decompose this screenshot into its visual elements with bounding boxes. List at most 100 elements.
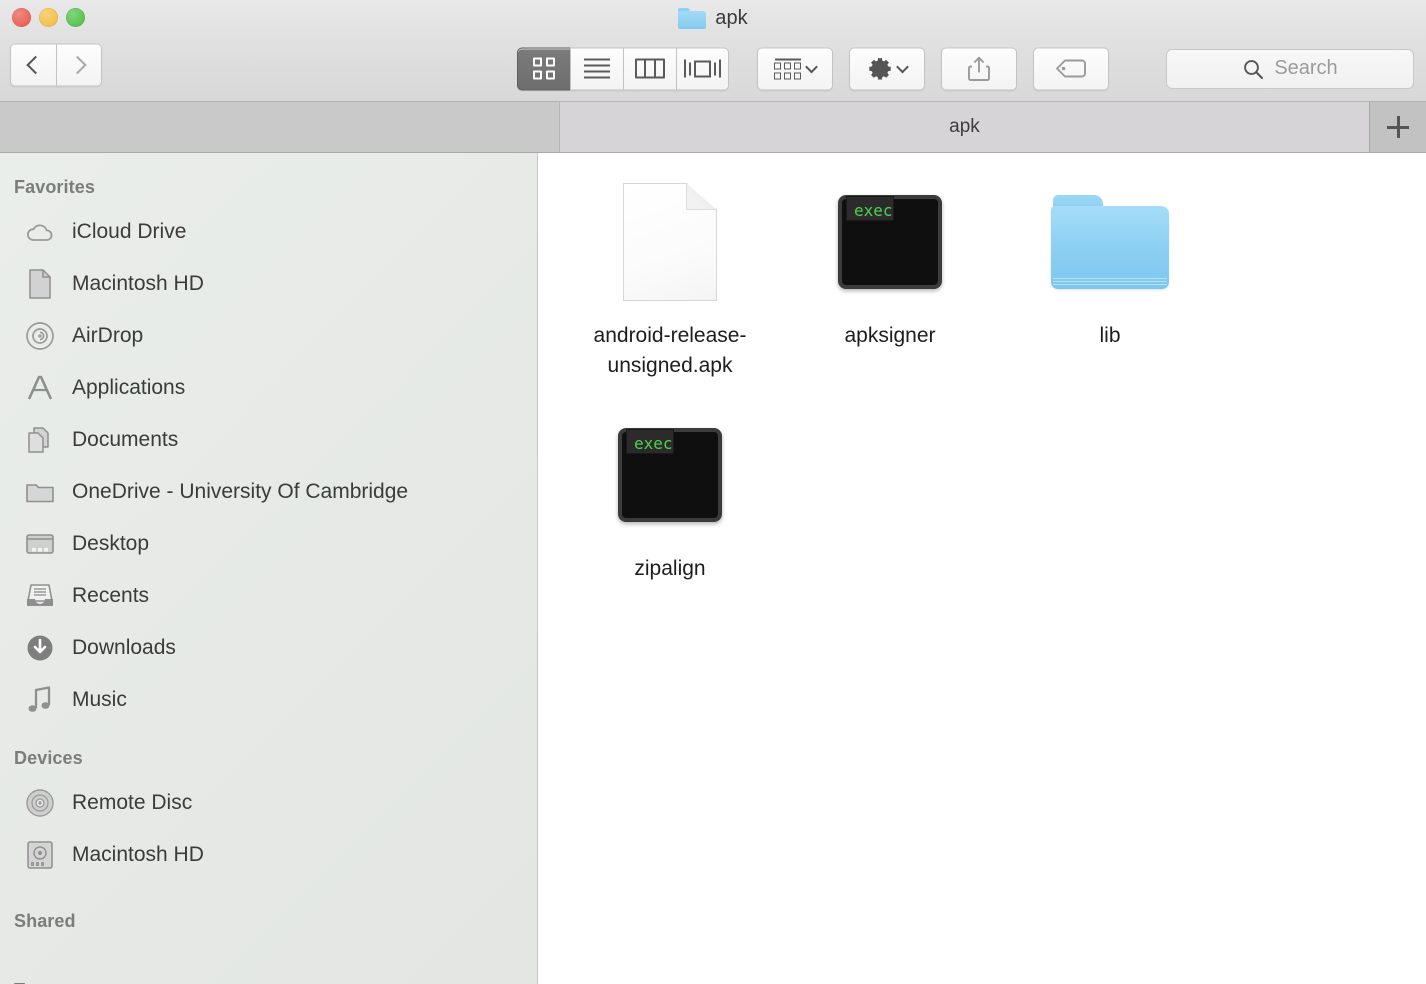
folder-icon [678, 7, 707, 29]
harddisk-icon [24, 839, 56, 871]
sidebar-item-music[interactable]: Music [0, 674, 537, 726]
icloud-icon [24, 216, 56, 248]
coverflow-icon [684, 59, 721, 78]
sidebar-section-shared: Shared [14, 911, 76, 931]
file-icon: exec [618, 410, 722, 540]
tag-button[interactable] [1033, 47, 1109, 90]
sidebar-item-label: Downloads [72, 636, 176, 659]
desktop-icon [24, 528, 56, 560]
share-button[interactable] [941, 47, 1017, 90]
sidebar-item-label: Recents [72, 584, 150, 607]
grid-icon [533, 57, 555, 80]
sidebar-item-label: Desktop [72, 532, 150, 555]
music-icon [24, 684, 56, 716]
sidebar-item-label: Remote Disc [72, 791, 193, 814]
document-icon [24, 268, 56, 300]
sidebar-item-label: Documents [72, 428, 179, 451]
plus-icon [1387, 116, 1409, 138]
toolbar: Search [0, 36, 1426, 102]
tab-bar: apk [0, 102, 1426, 153]
executable-icon: exec [618, 427, 722, 522]
action-menu-button[interactable] [849, 47, 925, 90]
sidebar-item-label: AirDrop [72, 324, 144, 347]
gear-icon [868, 58, 891, 80]
sidebar-item-label: Macintosh HD [72, 272, 204, 295]
sidebar-item-label: OneDrive - University Of Cambridge [72, 480, 409, 503]
icon-grid: android-release-unsigned.apk exec apksig… [538, 153, 1426, 602]
chevron-down-icon [895, 60, 909, 73]
sidebar[interactable]: Favorites iCloud Drive Macintosh HD AirD… [0, 153, 538, 984]
navigation-buttons [10, 43, 102, 87]
column-view-button[interactable] [623, 47, 676, 90]
chevron-down-icon [805, 60, 818, 73]
chevron-left-icon [26, 56, 45, 75]
title-bar: apk [0, 0, 1426, 36]
window-body: Favorites iCloud Drive Macintosh HD AirD… [0, 153, 1426, 984]
exec-badge-label: exec [634, 433, 673, 453]
file-item[interactable]: exec apksigner [780, 167, 1000, 382]
sidebar-item-remote-disc[interactable]: Remote Disc [0, 777, 537, 829]
sidebar-section-devices: Devices [14, 748, 83, 768]
document-icon [623, 183, 717, 301]
sidebar-item-airdrop[interactable]: AirDrop [0, 310, 537, 362]
airdrop-icon [24, 320, 56, 352]
folder-icon [1051, 195, 1169, 289]
view-mode-group [517, 47, 729, 90]
list-icon [584, 58, 610, 79]
file-label: apksigner [844, 324, 936, 347]
sidebar-item-label: Macintosh HD [72, 843, 204, 866]
file-label: lib [1099, 324, 1121, 347]
share-icon [968, 56, 990, 81]
search-icon [1244, 59, 1264, 79]
arrange-icon [774, 58, 801, 79]
finder-window: apk Search apk Favorites iCloud Drive Ma… [0, 0, 1426, 984]
sidebar-item-label: Music [72, 688, 127, 711]
chevron-right-icon [67, 56, 87, 75]
file-browser-content[interactable]: android-release-unsigned.apk exec apksig… [538, 153, 1426, 984]
file-icon: exec [838, 177, 942, 307]
sidebar-section-favorites: Favorites [14, 177, 95, 197]
file-icon [623, 177, 717, 307]
sidebar-item-applications[interactable]: Applications [0, 362, 537, 414]
window-title-group: apk [0, 0, 1426, 36]
file-item[interactable]: exec zipalign [560, 400, 780, 584]
back-button[interactable] [10, 43, 56, 87]
folder-icon [24, 476, 56, 508]
window-title: apk [715, 6, 748, 29]
sidebar-item-desktop[interactable]: Desktop [0, 518, 537, 570]
tag-icon [1056, 59, 1086, 78]
file-label: android-release-unsigned.apk [593, 324, 747, 378]
sidebar-item-macintosh-hd-device[interactable]: Macintosh HD [0, 829, 537, 881]
file-item[interactable]: android-release-unsigned.apk [560, 167, 780, 382]
sidebar-item-downloads[interactable]: Downloads [0, 622, 537, 674]
sidebar-item-documents[interactable]: Documents [0, 414, 537, 466]
search-input[interactable]: Search [1166, 48, 1414, 89]
sidebar-item-icloud-drive[interactable]: iCloud Drive [0, 206, 537, 258]
downloads-icon [24, 632, 56, 664]
file-item[interactable]: lib [1000, 167, 1220, 382]
columns-icon [635, 58, 665, 79]
sidebar-item-label: Applications [72, 376, 186, 399]
sidebar-section-tags: Tags [0, 972, 537, 984]
tab-bar-spacer [0, 102, 560, 152]
tab-apk[interactable]: apk [560, 102, 1370, 152]
sidebar-item-recents[interactable]: Recents [0, 570, 537, 622]
forward-button[interactable] [56, 43, 102, 87]
file-label: zipalign [634, 556, 706, 580]
sidebar-item-onedrive[interactable]: OneDrive - University Of Cambridge [0, 466, 537, 518]
file-icon [1051, 177, 1169, 307]
arrange-by-button[interactable] [757, 47, 833, 90]
sidebar-item-macintosh-hd[interactable]: Macintosh HD [0, 258, 537, 310]
new-tab-button[interactable] [1370, 102, 1426, 152]
icon-view-button[interactable] [517, 47, 570, 90]
documents-icon [24, 424, 56, 456]
executable-icon: exec [838, 195, 942, 289]
disc-icon [24, 787, 56, 819]
search-placeholder: Search [1274, 57, 1338, 79]
recents-icon [24, 580, 56, 612]
exec-badge-label: exec [854, 201, 893, 220]
applications-icon [24, 372, 56, 404]
coverflow-view-button[interactable] [676, 47, 729, 90]
sidebar-item-label: iCloud Drive [72, 220, 187, 243]
list-view-button[interactable] [570, 47, 623, 90]
